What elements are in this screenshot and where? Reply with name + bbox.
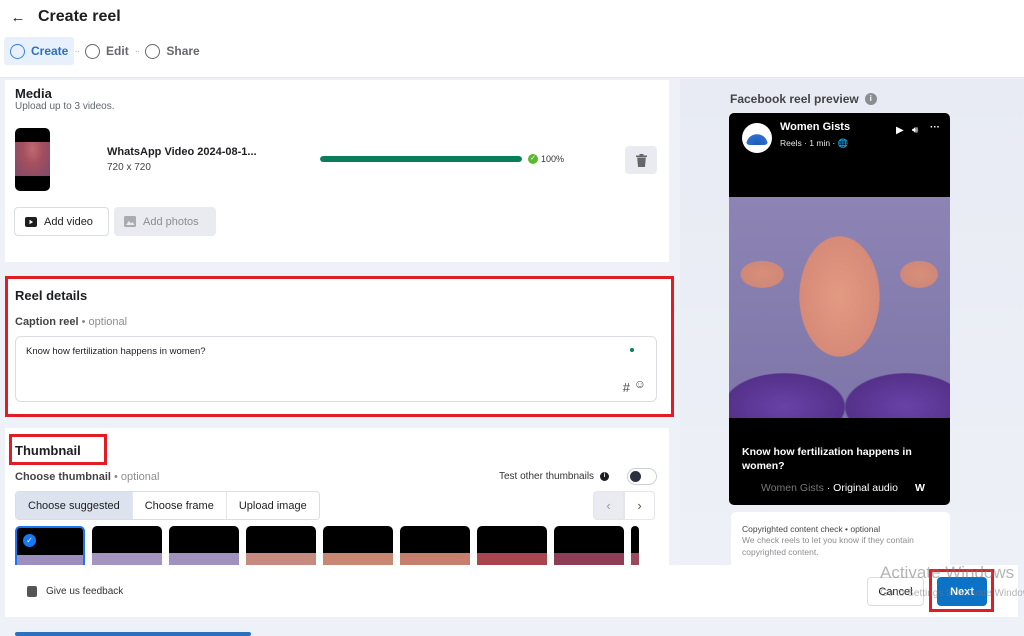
step-label: Share — [166, 44, 200, 58]
optional-tag: • optional — [114, 471, 160, 483]
reel-meta: Reels · 1 min · 🌐 — [780, 138, 849, 148]
audio-label: · Original audio — [823, 482, 898, 494]
feedback-icon — [27, 586, 37, 597]
emoji-icon[interactable]: ☺ — [634, 377, 646, 391]
preview-title: Facebook reel preview i — [730, 92, 877, 106]
cancel-button[interactable]: Cancel — [867, 577, 924, 606]
next-button[interactable]: Next — [937, 577, 987, 606]
optional-tag: • optional — [81, 316, 128, 328]
check-circle-icon: ✓ — [528, 154, 538, 164]
tab-choose-suggested[interactable]: Choose suggested — [16, 492, 133, 519]
step-circle-icon — [85, 43, 101, 59]
audio-marquee: W — [914, 482, 925, 494]
add-photos-label: Add photos — [143, 215, 199, 228]
test-other-thumbnails: Test other thumbnails i — [499, 471, 610, 482]
page-title: Create reel — [38, 8, 121, 25]
thumbnail-option[interactable] — [246, 526, 316, 568]
caption-label-text: Caption reel — [15, 316, 79, 328]
info-icon[interactable]: i — [864, 93, 877, 105]
choose-thumbnail-label: Choose thumbnail • optional — [15, 471, 159, 483]
reel-details-title: Reel details — [15, 288, 88, 303]
thumbnail-strip: ✓ — [15, 526, 639, 568]
video-icon — [25, 216, 37, 227]
feedback-link[interactable]: Give us feedback — [27, 586, 123, 597]
test-other-label: Test other thumbnails — [499, 471, 595, 482]
caption-input[interactable]: Know how fertilization happens in women?… — [15, 336, 657, 402]
step-circle-icon — [10, 43, 25, 59]
caption-value: Know how fertilization happens in women? — [26, 346, 206, 357]
copyright-title: Copyrighted content check • optional — [742, 524, 881, 534]
top-bar: ← Create reel Create ·· Edit ·· Share — [0, 0, 1024, 78]
thumbnail-source-tabs: Choose suggested Choose frame Upload ima… — [15, 491, 320, 520]
step-share[interactable]: Share — [139, 37, 205, 65]
thumbnail-option[interactable] — [400, 526, 470, 568]
step-label: Edit — [106, 44, 129, 58]
thumbnail-option[interactable] — [323, 526, 393, 568]
avatar — [742, 123, 772, 153]
preview-title-text: Facebook reel preview — [730, 92, 859, 106]
thumbnail-option[interactable] — [169, 526, 239, 568]
feedback-label: Give us feedback — [46, 586, 124, 597]
reel-preview: Women Gists Reels · 1 min · 🌐 ▶ 🔊︎ ··· K… — [729, 113, 950, 505]
volume-icon[interactable]: 🔊︎ — [912, 125, 918, 136]
tab-upload-image[interactable]: Upload image — [226, 492, 319, 519]
upload-progress-fill — [320, 156, 522, 162]
thumbnail-option[interactable] — [631, 526, 639, 568]
audio-page-name: Women Gists — [761, 482, 824, 494]
upload-percentage: 100% — [541, 154, 565, 164]
stepper: Create ·· Edit ·· Share — [4, 37, 206, 65]
more-options-icon[interactable]: ··· — [930, 122, 940, 133]
thumbnail-option[interactable]: ✓ — [15, 526, 85, 568]
copyright-text: We check reels to let you know if they c… — [742, 535, 914, 557]
test-thumbnails-toggle[interactable] — [627, 468, 657, 485]
thumbnail-card: Thumbnail Choose thumbnail • optional Te… — [5, 428, 669, 568]
thumbnail-option[interactable] — [554, 526, 624, 568]
back-arrow-icon[interactable]: ← — [10, 9, 26, 26]
file-name: WhatsApp Video 2024-08-1... — [107, 146, 257, 158]
copyright-check-card: Copyrighted content check • optional We … — [731, 512, 950, 568]
thumbnail-option[interactable] — [477, 526, 547, 568]
media-title: Media — [15, 86, 52, 101]
toggle-knob — [630, 471, 641, 482]
choose-thumbnail-text: Choose thumbnail — [15, 471, 111, 483]
info-icon[interactable]: i — [600, 472, 610, 481]
thumbnail-title: Thumbnail — [15, 443, 81, 458]
selected-check-icon: ✓ — [23, 534, 36, 547]
footer: Give us feedback Cancel Next — [5, 565, 1018, 617]
step-create[interactable]: Create — [4, 37, 75, 65]
file-dimensions: 720 x 720 — [107, 162, 151, 173]
media-subtitle: Upload up to 3 videos. — [15, 101, 115, 112]
chevron-left-icon[interactable]: ‹ — [593, 491, 624, 520]
chevron-right-icon[interactable]: › — [624, 491, 655, 520]
hashtag-icon[interactable]: # — [623, 380, 630, 395]
tab-choose-frame[interactable]: Choose frame — [132, 492, 227, 519]
reel-caption: Know how fertilization happens in women? — [742, 446, 912, 472]
thumbnail-nav: ‹ › — [593, 491, 655, 520]
add-video-label: Add video — [44, 215, 93, 228]
delete-video-button[interactable] — [625, 146, 657, 174]
caption-label: Caption reel • optional — [15, 316, 127, 328]
media-card: Media Upload up to 3 videos. WhatsApp Vi… — [5, 80, 669, 262]
trash-icon — [635, 153, 647, 167]
step-circle-icon — [145, 43, 161, 59]
add-photos-button[interactable]: Add photos — [114, 207, 216, 236]
reel-video-frame — [729, 197, 950, 418]
video-thumbnail — [15, 128, 50, 191]
reel-audio: Women Gists · Original audio W — [761, 482, 925, 494]
photo-icon — [124, 216, 136, 227]
thumbnail-option[interactable] — [92, 526, 162, 568]
status-dot-icon — [630, 348, 634, 352]
reel-details-card: Reel details Caption reel • optional Kno… — [5, 278, 673, 416]
upload-progress-bar — [320, 156, 522, 162]
page-name: Women Gists — [780, 121, 851, 133]
scroll-indicator — [15, 632, 251, 636]
step-label: Create — [31, 44, 69, 58]
step-edit[interactable]: Edit — [79, 37, 135, 65]
add-video-button[interactable]: Add video — [14, 207, 109, 236]
play-icon[interactable]: ▶ — [896, 125, 904, 136]
